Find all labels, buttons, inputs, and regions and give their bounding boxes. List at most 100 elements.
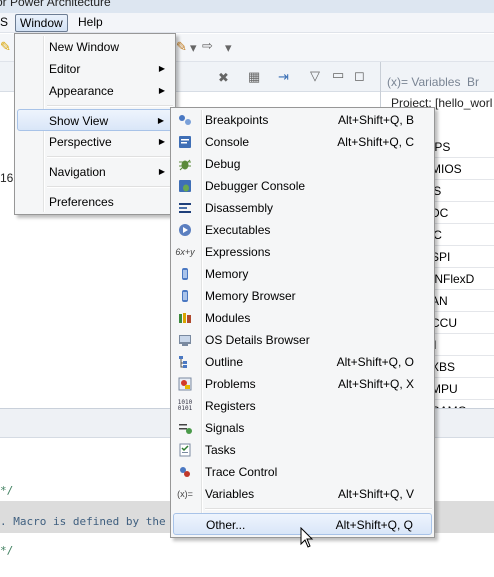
view-item-shortcut: Alt+Shift+Q, B [337, 113, 414, 127]
menu-help[interactable]: Help [74, 14, 107, 32]
registers-icon: 1010 0101 [177, 399, 193, 412]
view-item-registers[interactable]: 1010 0101 Registers [173, 395, 432, 417]
problems-icon [177, 376, 193, 392]
view-item-label: Modules [205, 311, 251, 325]
view-item-label: Breakpoints [205, 113, 269, 127]
menu-item-show-view[interactable]: Show View ▶ [17, 109, 173, 131]
show-view-submenu: Breakpoints Alt+Shift+Q, B Console Alt+S… [170, 107, 435, 538]
view-item-label: Executables [205, 223, 271, 237]
view-item-variables[interactable]: (x)= Variables Alt+Shift+Q, V [173, 483, 432, 505]
view-item-label: Memory Browser [205, 289, 296, 303]
os-details-icon [177, 332, 193, 348]
view-item-label: Outline [205, 355, 244, 369]
view-item-memory-browser[interactable]: Memory Browser [173, 285, 432, 307]
view-item-trace-control[interactable]: Trace Control [173, 461, 432, 483]
view-item-label: Tasks [205, 443, 236, 457]
mouse-cursor-icon [300, 527, 314, 548]
menu-item-label: New Window [49, 40, 120, 54]
view-item-debugger-console[interactable]: Debugger Console [173, 175, 432, 197]
menubar: S Window Help [0, 13, 494, 33]
step-into-icon[interactable]: ⇥ [278, 69, 289, 85]
view-item-signals[interactable]: Signals [173, 417, 432, 439]
view-item-label: Registers [205, 399, 256, 413]
menu-window[interactable]: Window [15, 14, 68, 32]
menu-item-preferences[interactable]: Preferences [17, 191, 173, 213]
signals-icon [177, 420, 193, 436]
grid-icon[interactable]: ▦ [248, 69, 260, 85]
menu-item-label: Navigation [49, 165, 106, 179]
tab-breakpoints[interactable]: Br [467, 75, 479, 89]
expressions-icon: 6x+y [175, 247, 195, 257]
tab-variables[interactable]: (x)= Variables [387, 75, 460, 89]
memory-icon [177, 266, 193, 282]
menu-separator [47, 156, 173, 158]
right-pane-tabs: (x)= Variables Br [381, 62, 494, 92]
forward-arrow-icon[interactable]: ⇨ [202, 38, 213, 54]
view-item-memory[interactable]: Memory [173, 263, 432, 285]
view-item-disassembly[interactable]: Disassembly [173, 197, 432, 219]
view-item-label: Debugger Console [205, 179, 306, 193]
view-item-outline[interactable]: Outline Alt+Shift+Q, O [173, 351, 432, 373]
menu-item-perspective[interactable]: Perspective ▶ [17, 131, 173, 153]
executables-icon [177, 222, 193, 238]
debugger-console-icon [177, 178, 193, 194]
menu-item-editor[interactable]: Editor ▶ [17, 58, 173, 80]
submenu-arrow-icon: ▶ [158, 64, 165, 73]
wrench-icon[interactable]: ✎ [0, 39, 11, 55]
view-item-label: Debug [205, 157, 241, 171]
dropdown-icon[interactable]: ▾ [225, 40, 232, 56]
view-item-label: Console [205, 135, 250, 149]
code-line: . Macro is defined by the [0, 515, 166, 528]
view-item-label: OS Details Browser [205, 333, 310, 347]
view-item-modules[interactable]: Modules [173, 307, 432, 329]
view-item-label: Trace Control [205, 465, 278, 479]
menu-separator [47, 105, 173, 107]
console-icon [177, 134, 193, 150]
view-item-shortcut: Alt+Shift+Q, O [336, 355, 414, 369]
view-item-label: Problems [205, 377, 256, 391]
window-titlebar: or Power Architecture [0, 0, 494, 13]
tasks-icon [177, 442, 193, 458]
menu-item-new-window[interactable]: New Window [17, 36, 173, 58]
trace-control-icon [177, 464, 193, 480]
view-item-breakpoints[interactable]: Breakpoints Alt+Shift+Q, B [173, 109, 432, 131]
view-item-problems[interactable]: Problems Alt+Shift+Q, X [173, 373, 432, 395]
view-item-label: Memory [205, 267, 249, 281]
debug-icon [177, 156, 193, 172]
view-item-label: Variables [205, 487, 255, 501]
menu-s[interactable]: S [0, 14, 12, 32]
window-menu: New Window Editor ▶ Appearance ▶ Show Vi… [14, 33, 176, 215]
maximize-icon[interactable]: ◻ [354, 68, 365, 84]
view-item-shortcut: Alt+Shift+Q, V [337, 487, 414, 501]
code-line: */ [0, 484, 14, 497]
menu-item-appearance[interactable]: Appearance ▶ [17, 80, 173, 102]
menu-item-label: Preferences [49, 195, 114, 209]
code-line: */ [0, 544, 14, 557]
menu-item-label: Perspective [49, 135, 112, 149]
memory-browser-icon [177, 288, 193, 304]
view-item-shortcut: Alt+Shift+Q, Q [335, 518, 413, 532]
view-item-label: Signals [205, 421, 245, 435]
nav-back-icon[interactable]: ✎ [176, 39, 187, 55]
minimize-icon[interactable]: ▭ [332, 67, 344, 83]
outline-icon [177, 354, 193, 370]
view-item-os-details-browser[interactable]: OS Details Browser [173, 329, 432, 351]
view-item-label: Disassembly [205, 201, 274, 215]
menu-item-label: Appearance [49, 84, 114, 98]
view-item-expressions[interactable]: 6x+y Expressions [173, 241, 432, 263]
view-item-console[interactable]: Console Alt+Shift+Q, C [173, 131, 432, 153]
submenu-arrow-icon: ▶ [158, 137, 165, 146]
view-item-executables[interactable]: Executables [173, 219, 432, 241]
menu-item-navigation[interactable]: Navigation ▶ [17, 161, 173, 183]
dropdown-icon[interactable]: ▾ [190, 40, 197, 56]
view-item-debug[interactable]: Debug [173, 153, 432, 175]
view-menu-icon[interactable]: ▽ [310, 68, 320, 84]
menu-separator [205, 508, 432, 510]
remove-all-icon[interactable]: ✖ [218, 70, 229, 86]
view-item-label: Expressions [205, 245, 271, 259]
modules-icon [177, 310, 193, 326]
disassembly-icon [177, 200, 193, 216]
view-item-shortcut: Alt+Shift+Q, X [337, 377, 414, 391]
view-item-tasks[interactable]: Tasks [173, 439, 432, 461]
submenu-arrow-icon: ▶ [157, 116, 164, 125]
